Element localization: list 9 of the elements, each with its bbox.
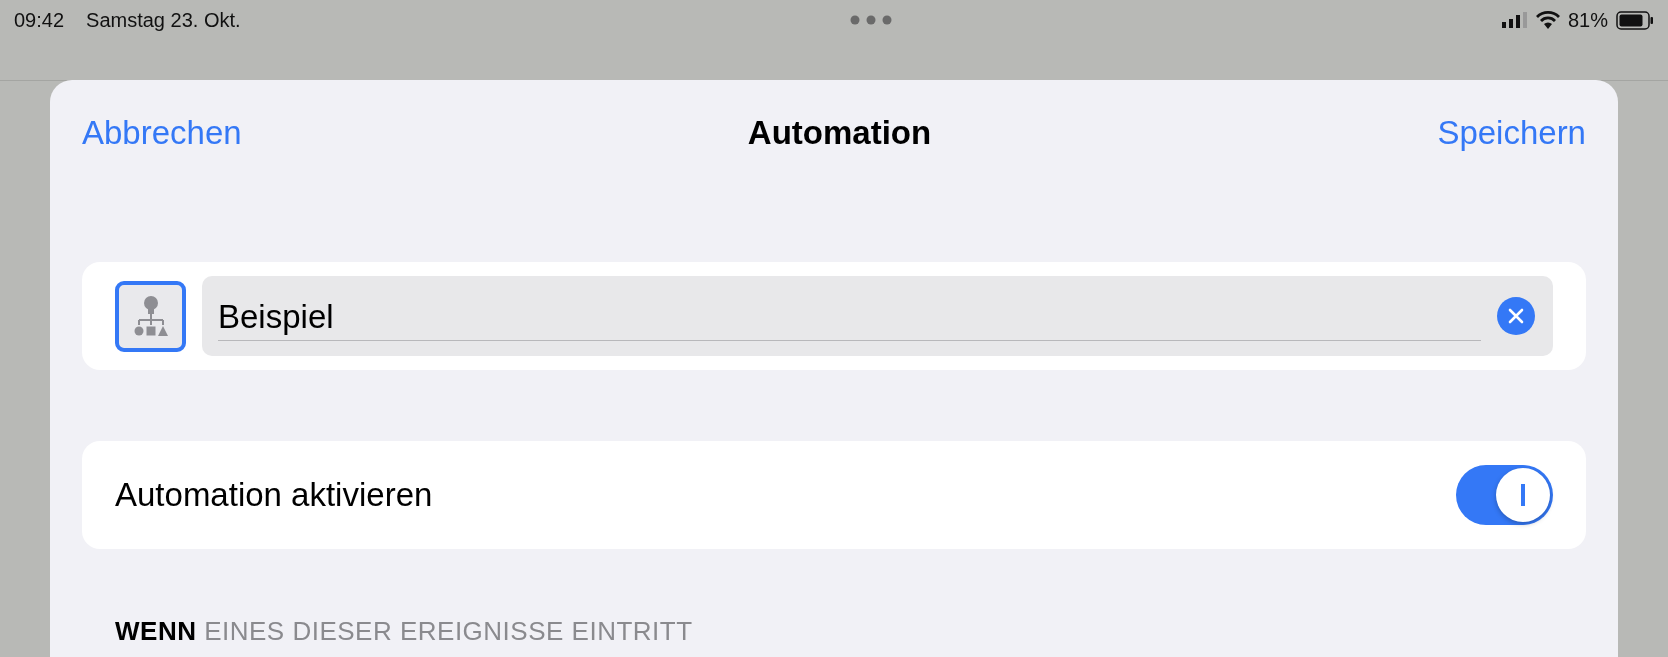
section-header: WENN EINES DIESER EREIGNISSE EINTRITT bbox=[114, 616, 694, 647]
save-button[interactable]: Speichern bbox=[1437, 113, 1586, 152]
status-date: Samstag 23. Okt. bbox=[86, 8, 241, 32]
name-field[interactable]: Beispiel bbox=[202, 276, 1553, 356]
battery-percent: 81% bbox=[1567, 8, 1608, 32]
cancel-button[interactable]: Abbrechen bbox=[82, 113, 242, 152]
sheet-title: Automation bbox=[747, 113, 932, 152]
toggle-label: Automation aktivieren bbox=[115, 476, 433, 514]
status-time: 09:42 bbox=[14, 8, 65, 32]
